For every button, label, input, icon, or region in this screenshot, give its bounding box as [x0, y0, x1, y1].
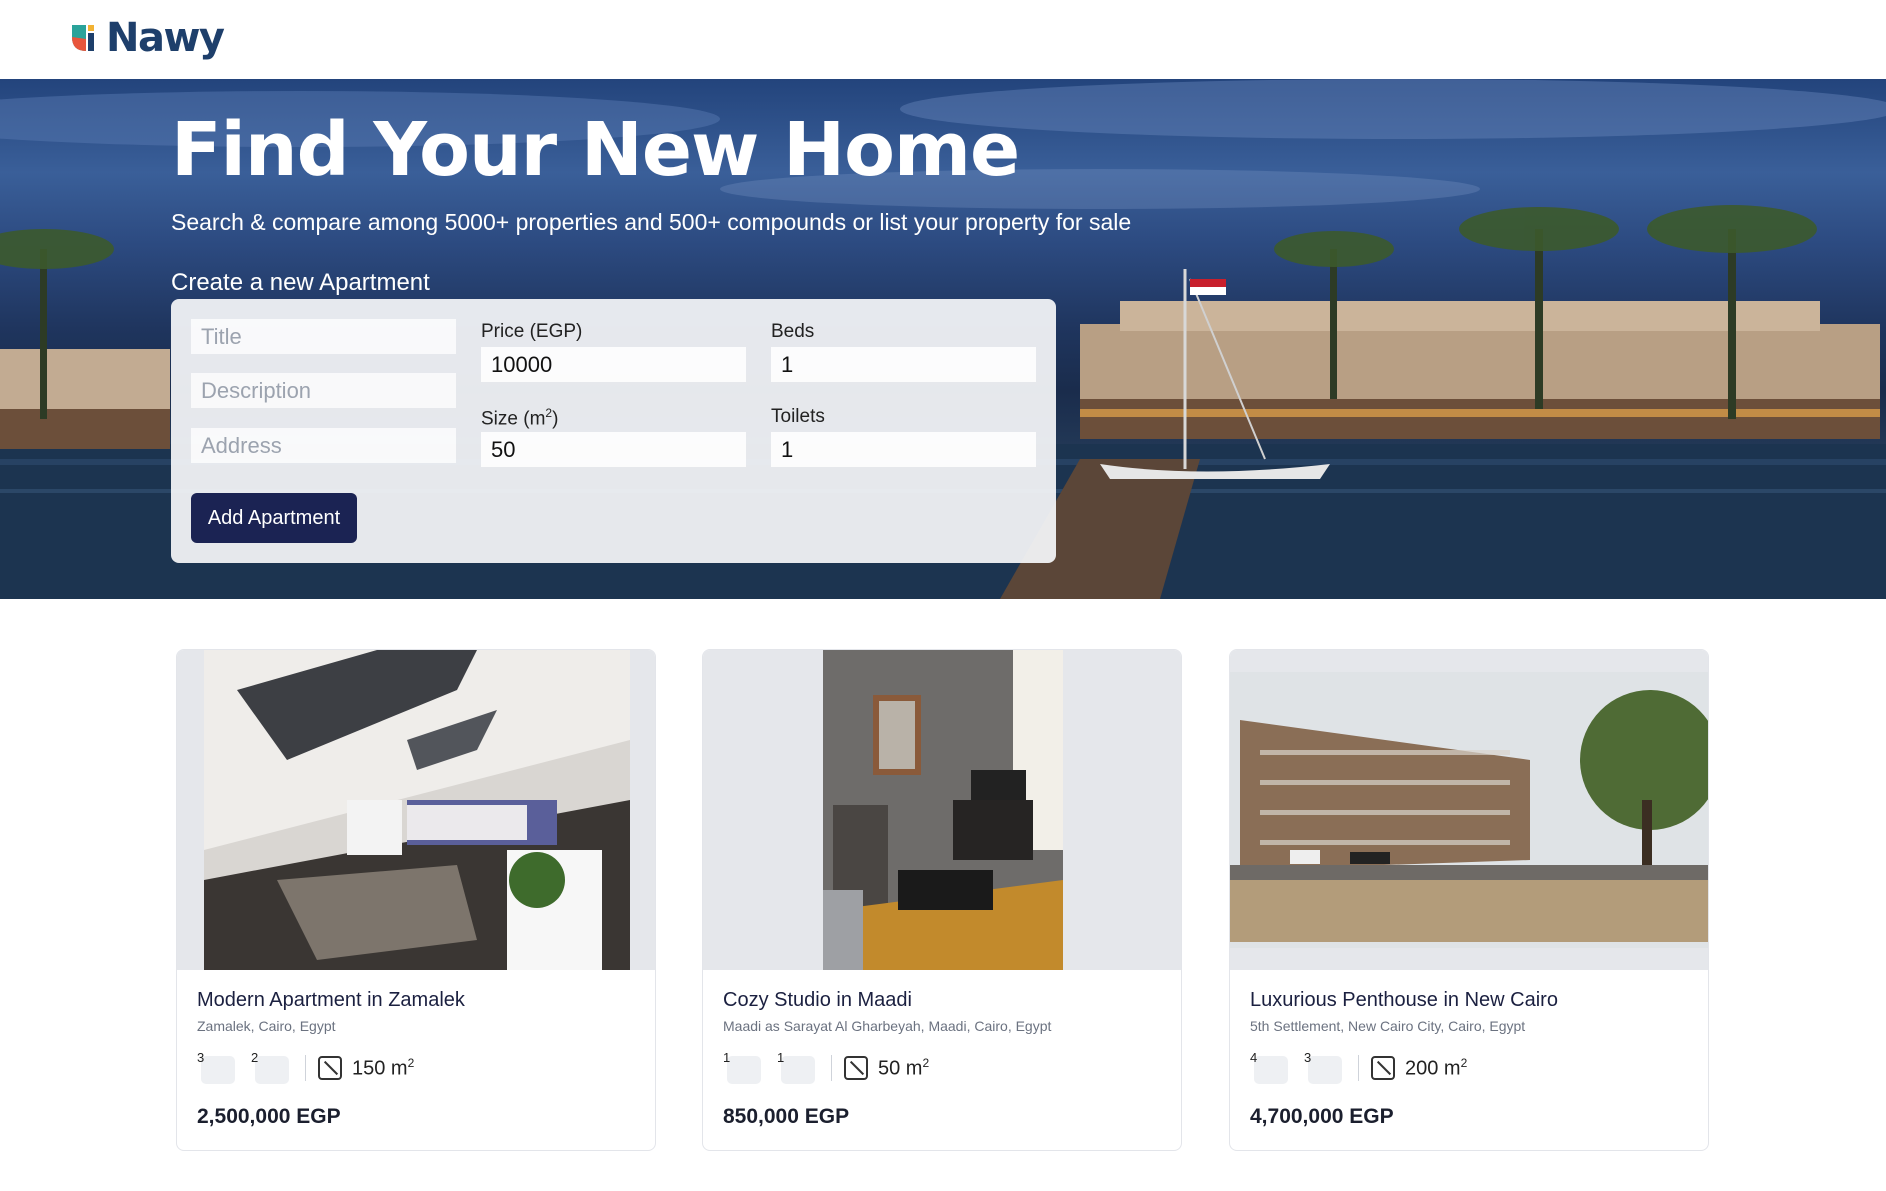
- description-input[interactable]: [191, 373, 456, 408]
- title-input[interactable]: [191, 319, 456, 354]
- nawy-logo[interactable]: Nawy: [70, 14, 225, 62]
- toilets-label: Toilets: [771, 406, 825, 427]
- listing-image: [177, 650, 655, 970]
- price-input[interactable]: [481, 347, 746, 382]
- baths-feature: 2: [251, 1050, 289, 1084]
- baths-feature: 3: [1304, 1050, 1342, 1084]
- area-value: 200 m2: [1405, 1055, 1468, 1080]
- listing-location: Maadi as Sarayat Al Gharbeyah, Maadi, Ca…: [723, 1018, 1052, 1034]
- create-apartment-form: Price (EGP) Beds Size (m2) Toilets Add A…: [171, 299, 1056, 563]
- bedroom-photo: [204, 650, 630, 970]
- area-value: 50 m2: [878, 1055, 930, 1080]
- area-icon: [844, 1056, 868, 1080]
- area-value: 150 m2: [352, 1055, 415, 1080]
- bed-icon: [1254, 1056, 1288, 1084]
- baths-count: 1: [777, 1050, 785, 1065]
- listing-image: [1230, 650, 1708, 970]
- beds-feature: 3: [197, 1050, 235, 1084]
- baths-count: 2: [251, 1050, 259, 1065]
- bed-icon: [727, 1056, 761, 1084]
- listing-price: 4,700,000 EGP: [1250, 1105, 1394, 1128]
- listing-price: 2,500,000 EGP: [197, 1105, 341, 1128]
- address-input[interactable]: [191, 428, 456, 463]
- beds-count: 4: [1250, 1050, 1258, 1065]
- features-divider: [1358, 1055, 1359, 1081]
- listing-card[interactable]: Modern Apartment in Zamalek Zamalek, Cai…: [176, 649, 656, 1151]
- logo-text: Nawy: [106, 15, 225, 61]
- listing-location: Zamalek, Cairo, Egypt: [197, 1018, 336, 1034]
- building-exterior-photo: [1230, 672, 1708, 948]
- beds-input[interactable]: [771, 347, 1036, 382]
- add-apartment-button[interactable]: Add Apartment: [191, 493, 357, 543]
- listing-features: 1 1 50 m2: [723, 1050, 930, 1085]
- area-icon: [1371, 1056, 1395, 1080]
- beds-count: 1: [723, 1050, 731, 1065]
- listing-title[interactable]: Modern Apartment in Zamalek: [197, 989, 465, 1012]
- bed-icon: [201, 1056, 235, 1084]
- toilets-input[interactable]: [771, 432, 1036, 467]
- hero-banner: Find Your New Home Search & compare amon…: [0, 79, 1886, 599]
- top-navbar: Nawy: [0, 0, 1886, 79]
- nawy-logo-mark-icon: [72, 25, 94, 51]
- beds-label: Beds: [771, 321, 815, 342]
- size-label: Size (m2): [481, 406, 559, 430]
- beds-count: 3: [197, 1050, 205, 1065]
- beds-feature: 4: [1250, 1050, 1288, 1084]
- listing-card[interactable]: Cozy Studio in Maadi Maadi as Sarayat Al…: [702, 649, 1182, 1151]
- features-divider: [831, 1055, 832, 1081]
- create-apartment-heading: Create a new Apartment: [171, 269, 430, 296]
- listing-location: 5th Settlement, New Cairo City, Cairo, E…: [1250, 1018, 1526, 1034]
- listing-title[interactable]: Cozy Studio in Maadi: [723, 989, 912, 1012]
- living-room-photo: [823, 650, 1063, 970]
- features-divider: [305, 1055, 306, 1081]
- listing-title[interactable]: Luxurious Penthouse in New Cairo: [1250, 989, 1558, 1012]
- listing-features: 3 2 150 m2: [197, 1050, 415, 1085]
- listing-price: 850,000 EGP: [723, 1105, 850, 1128]
- hero-title: Find Your New Home: [171, 107, 1020, 193]
- hero-subtitle: Search & compare among 5000+ properties …: [171, 209, 1132, 235]
- listing-image: [703, 650, 1181, 970]
- area-icon: [318, 1056, 342, 1080]
- listing-features: 4 3 200 m2: [1250, 1050, 1468, 1085]
- bathtub-icon: [255, 1056, 289, 1084]
- price-label: Price (EGP): [481, 321, 583, 342]
- size-input[interactable]: [481, 432, 746, 467]
- bathtub-icon: [781, 1056, 815, 1084]
- bathtub-icon: [1308, 1056, 1342, 1084]
- listing-card[interactable]: Luxurious Penthouse in New Cairo 5th Set…: [1229, 649, 1709, 1151]
- baths-feature: 1: [777, 1050, 815, 1084]
- baths-count: 3: [1304, 1050, 1312, 1065]
- beds-feature: 1: [723, 1050, 761, 1084]
